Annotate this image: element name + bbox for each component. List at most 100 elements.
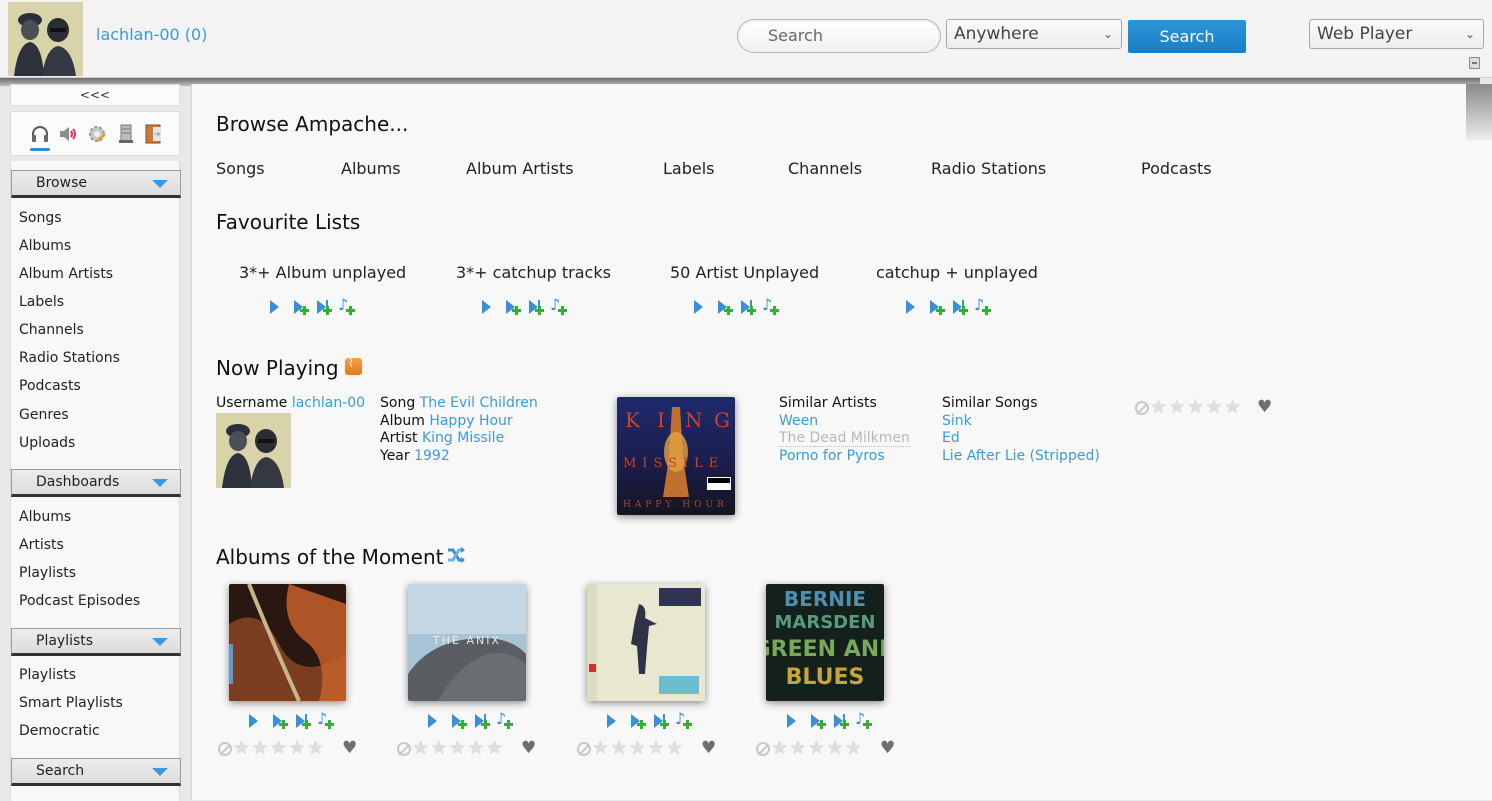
add-to-queue-icon[interactable] (270, 712, 288, 730)
similar-artist-link[interactable]: Porno for Pyros (779, 448, 885, 464)
minimize-toggle-icon[interactable] (1469, 57, 1480, 69)
star-icon[interactable]: ★ (289, 738, 306, 758)
sidebar-section-playlists[interactable]: Playlists (11, 628, 181, 656)
star-icon[interactable]: ★ (629, 738, 646, 758)
sidebar-item-albums[interactable]: Albums (19, 237, 71, 255)
settings-icon[interactable] (87, 124, 107, 144)
star-icon[interactable]: ★ (449, 738, 466, 758)
album-cover[interactable] (229, 584, 346, 701)
add-to-playlist-icon[interactable]: ♪ (549, 296, 567, 316)
star-icon[interactable]: ★ (233, 738, 250, 758)
add-to-queue-icon[interactable] (628, 712, 646, 730)
sidebar-item-genres[interactable]: Genres (19, 406, 69, 424)
play-icon[interactable] (425, 712, 443, 730)
sidebar-item-podcasts[interactable]: Podcasts (19, 377, 81, 395)
sidebar-item-channels[interactable]: Channels (19, 321, 84, 339)
play-icon[interactable] (784, 712, 802, 730)
sidebar-item-podcast-episodes[interactable]: Podcast Episodes (19, 592, 140, 610)
star-icon[interactable]: ★ (666, 738, 683, 758)
album-cover[interactable]: THE ANIX (408, 584, 526, 701)
remove-rating-icon[interactable] (397, 742, 411, 756)
star-icon[interactable]: ★ (771, 738, 788, 758)
star-icon[interactable]: ★ (1150, 397, 1167, 417)
now-playing-username-link[interactable]: lachlan-00 (292, 395, 365, 411)
sidebar-item-dashboard-artists[interactable]: Artists (19, 536, 64, 554)
play-next-icon[interactable] (950, 298, 968, 316)
star-icon[interactable]: ★ (270, 738, 287, 758)
play-next-icon[interactable] (526, 298, 544, 316)
add-to-queue-icon[interactable] (449, 712, 467, 730)
remove-rating-icon[interactable] (218, 742, 232, 756)
star-icon[interactable]: ★ (431, 738, 448, 758)
add-to-playlist-icon[interactable]: ♪ (973, 296, 991, 316)
star-icon[interactable]: ★ (648, 738, 665, 758)
favorite-heart-icon[interactable]: ♥ (701, 738, 716, 758)
sidebar-item-uploads[interactable]: Uploads (19, 434, 75, 452)
add-to-queue-icon[interactable] (927, 298, 945, 316)
play-icon[interactable] (246, 712, 264, 730)
logout-door-icon[interactable] (144, 124, 164, 144)
add-to-playlist-icon[interactable]: ♪ (761, 296, 779, 316)
now-playing-album-cover[interactable]: K I N G MISSILE HAPPY HOUR (617, 397, 735, 515)
rss-feed-icon[interactable] (345, 356, 362, 375)
star-icon[interactable]: ★ (1169, 397, 1186, 417)
browse-link-radio-stations[interactable]: Radio Stations (931, 159, 1046, 178)
play-next-icon[interactable] (651, 712, 669, 730)
user-avatar[interactable] (8, 2, 83, 76)
play-icon[interactable] (479, 298, 497, 316)
star-icon[interactable]: ★ (592, 738, 609, 758)
sidebar-item-dashboard-albums[interactable]: Albums (19, 508, 71, 526)
add-to-playlist-icon[interactable]: ♪ (337, 296, 355, 316)
favourite-list-link[interactable]: catchup + unplayed (876, 263, 1038, 282)
browse-link-podcasts[interactable]: Podcasts (1141, 159, 1212, 178)
star-icon[interactable]: ★ (468, 738, 485, 758)
play-next-icon[interactable] (831, 712, 849, 730)
browse-link-channels[interactable]: Channels (788, 159, 862, 178)
sidebar-item-smart-playlists[interactable]: Smart Playlists (19, 694, 123, 712)
play-next-icon[interactable] (738, 298, 756, 316)
browse-link-albums[interactable]: Albums (341, 159, 401, 178)
speaker-icon[interactable] (58, 124, 78, 144)
sidebar-item-album-artists[interactable]: Album Artists (19, 265, 113, 283)
similar-song-link[interactable]: Ed (942, 430, 960, 446)
add-to-queue-icon[interactable] (503, 298, 521, 316)
browse-link-album-artists[interactable]: Album Artists (466, 159, 574, 178)
star-icon[interactable]: ★ (611, 738, 628, 758)
star-icon[interactable]: ★ (412, 738, 429, 758)
album-cover[interactable]: BERNIE MARSDEN GREEN AND BLUES (766, 584, 884, 701)
favorite-heart-icon[interactable]: ♥ (521, 738, 536, 758)
star-icon[interactable]: ★ (808, 738, 825, 758)
sidebar-section-browse[interactable]: Browse (11, 170, 181, 198)
artist-link[interactable]: King Missile (422, 430, 504, 446)
star-icon[interactable]: ★ (1224, 397, 1241, 417)
star-icon[interactable]: ★ (790, 738, 807, 758)
remove-rating-icon[interactable] (577, 742, 591, 756)
play-next-icon[interactable] (293, 712, 311, 730)
add-to-queue-icon[interactable] (715, 298, 733, 316)
add-to-playlist-icon[interactable]: ♪ (674, 710, 692, 730)
song-link[interactable]: The Evil Children (420, 395, 538, 411)
search-scope-select[interactable]: Anywhere ⌄ (946, 19, 1122, 49)
similar-artist-link[interactable]: Ween (779, 413, 818, 429)
add-to-playlist-icon[interactable]: ♪ (495, 710, 513, 730)
star-icon[interactable]: ★ (1187, 397, 1204, 417)
player-type-select[interactable]: Web Player ⌄ (1309, 19, 1484, 49)
star-icon[interactable]: ★ (1206, 397, 1223, 417)
sidebar-item-labels[interactable]: Labels (19, 293, 64, 311)
search-input[interactable]: Search (737, 19, 941, 53)
browse-link-songs[interactable]: Songs (216, 159, 265, 178)
remove-rating-icon[interactable] (1135, 401, 1149, 415)
add-to-queue-icon[interactable] (808, 712, 826, 730)
star-icon[interactable]: ★ (307, 738, 324, 758)
star-icon[interactable]: ★ (845, 738, 862, 758)
play-icon[interactable] (691, 298, 709, 316)
sidebar-item-playlists[interactable]: Playlists (19, 666, 76, 684)
browse-link-labels[interactable]: Labels (663, 159, 715, 178)
sidebar-item-dashboard-playlists[interactable]: Playlists (19, 564, 76, 582)
star-icon[interactable]: ★ (252, 738, 269, 758)
similar-song-link[interactable]: Lie After Lie (Stripped) (942, 448, 1100, 464)
play-next-icon[interactable] (472, 712, 490, 730)
play-icon[interactable] (604, 712, 622, 730)
play-icon[interactable] (267, 298, 285, 316)
favourite-list-link[interactable]: 3*+ Album unplayed (239, 263, 406, 282)
